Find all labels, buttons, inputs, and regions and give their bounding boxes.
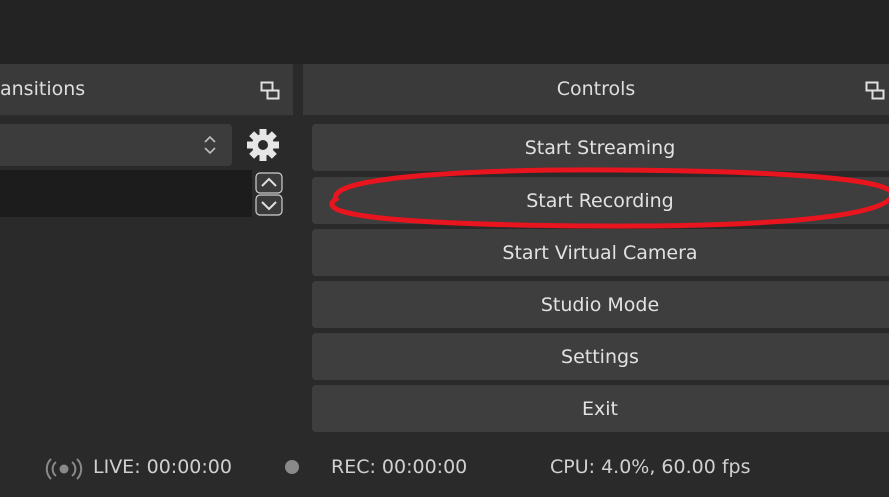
spin-down-icon[interactable] <box>255 194 283 216</box>
start-streaming-label: Start Streaming <box>524 136 676 159</box>
select-arrows-icon[interactable] <box>200 131 220 159</box>
duration-field[interactable] <box>0 170 252 217</box>
transition-select[interactable] <box>0 124 232 166</box>
start-recording-label: Start Recording <box>526 189 674 212</box>
exit-label: Exit <box>582 397 618 420</box>
live-timer: LIVE: 00:00:00 <box>93 456 232 478</box>
start-streaming-button[interactable]: Start Streaming <box>312 124 889 171</box>
obs-window: ansitions Controls Start Streaming Start… <box>0 0 889 497</box>
gear-icon[interactable] <box>245 127 281 163</box>
transitions-dock-header: ansitions <box>0 64 293 116</box>
status-bar: LIVE: 00:00:00 REC: 00:00:00 CPU: 4.0%, … <box>0 440 889 497</box>
controls-dock-title: Controls <box>556 78 636 100</box>
broadcast-icon <box>45 458 83 480</box>
settings-button[interactable]: Settings <box>312 333 889 380</box>
rec-timer: REC: 00:00:00 <box>331 456 468 478</box>
spin-up-icon[interactable] <box>255 172 283 194</box>
dock-float-icon[interactable] <box>865 81 885 101</box>
studio-mode-button[interactable]: Studio Mode <box>312 281 889 328</box>
exit-button[interactable]: Exit <box>312 385 889 432</box>
settings-label: Settings <box>561 345 639 368</box>
controls-dock-header: Controls <box>303 64 889 115</box>
start-virtual-camera-button[interactable]: Start Virtual Camera <box>312 229 889 276</box>
top-bar <box>0 0 889 64</box>
studio-mode-label: Studio Mode <box>540 293 660 316</box>
dock-float-icon[interactable] <box>260 81 280 101</box>
start-recording-button[interactable]: Start Recording <box>312 177 889 224</box>
record-dot-icon <box>285 460 299 474</box>
cpu-fps-status: CPU: 4.0%, 60.00 fps <box>550 456 751 478</box>
transitions-dock-title: ansitions <box>0 78 86 100</box>
start-virtual-camera-label: Start Virtual Camera <box>502 241 698 264</box>
